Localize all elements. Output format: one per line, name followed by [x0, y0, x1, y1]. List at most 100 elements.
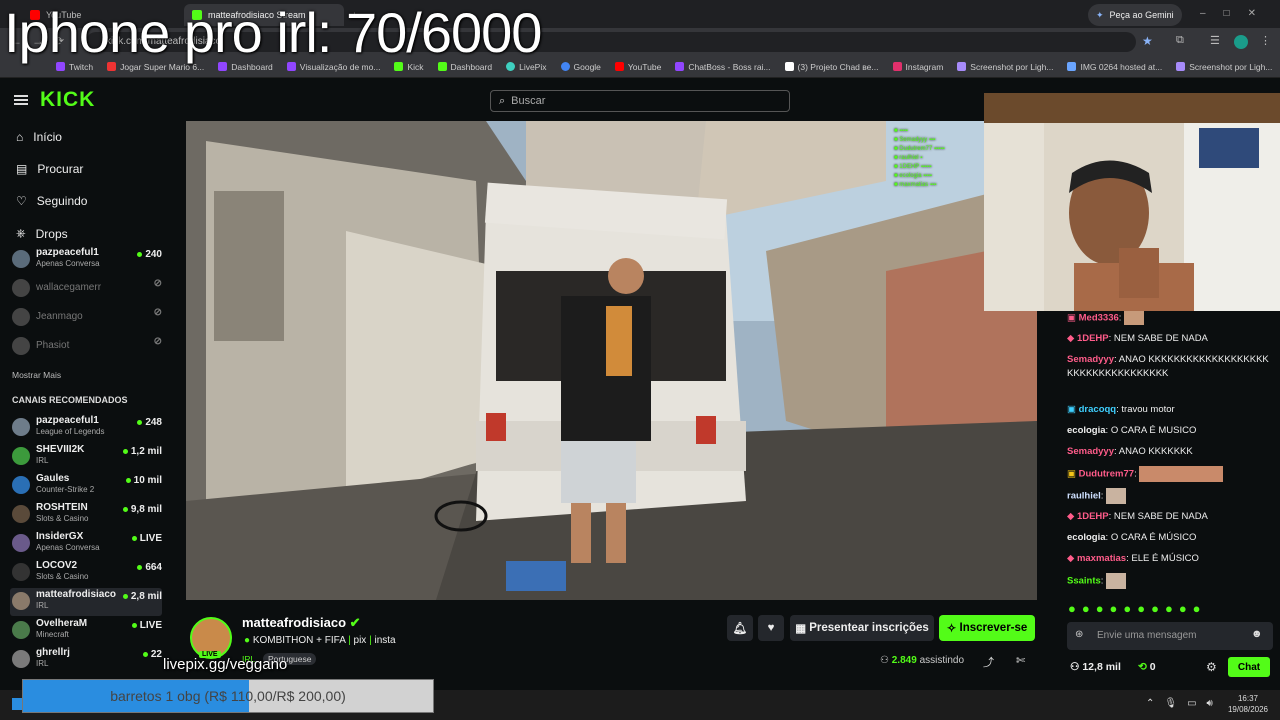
viewer-count: 248 [137, 417, 162, 428]
webcam-overlay [984, 93, 1280, 311]
nav-item-seguindo[interactable]: ♡ Seguindo [16, 194, 87, 208]
offline-icon: ⊘ [153, 336, 162, 347]
subscribe-label: Inscrever-se [959, 622, 1028, 634]
clip-icon[interactable]: ✄ [1016, 654, 1025, 667]
offline-icon: ⊘ [153, 278, 162, 289]
chat-send-button[interactable]: Chat [1228, 657, 1270, 677]
home-icon: ⌂ [16, 130, 24, 144]
video-player[interactable]: ■ ▪▪▪▪ ■ Semadyyy ▪▪▪ ■ Dudutrem77 ▪▪▪▪▪ ■ … [186, 121, 1037, 600]
bookmark-item[interactable]: Screenshot por Ligh... [1176, 62, 1272, 72]
gemini-button[interactable]: ✦ Peça ao Gemini [1088, 4, 1182, 26]
followed-channel[interactable]: Jeanmago ⊘ [10, 304, 162, 332]
chat-username[interactable]: Med3336 [1079, 313, 1119, 324]
points-count[interactable]: ⟲ 0 [1138, 661, 1156, 673]
chat-message: ◆ 1DEHP: NEM SABE DE NADA [1067, 511, 1208, 522]
bookmark-label: Google [573, 61, 601, 72]
instagram-icon [892, 62, 902, 71]
emote-bar[interactable]: ●●●●●●●●●● [1068, 601, 1207, 616]
channel-category: Apenas Conversa [36, 259, 100, 268]
recommended-channel[interactable]: ROSHTEIN Slots & Casino 9,8 mil [10, 501, 162, 529]
avatar [12, 505, 30, 523]
kick-logo[interactable]: KICK [40, 88, 95, 112]
chat-message: Ssaints: [1067, 573, 1272, 589]
link-pix[interactable]: pix [354, 635, 367, 646]
gift-subs-button[interactable]: ▦ Presentear inscrições [790, 615, 934, 641]
stream-title-text: KOMBITHON + FIFA [252, 635, 346, 646]
nav-item-procurar[interactable]: ▤ Procurar [16, 162, 83, 176]
avatar [12, 279, 30, 297]
search-input[interactable]: ⌕ Buscar [490, 90, 790, 112]
followed-channel[interactable]: Phasiot ⊘ [10, 333, 162, 361]
sub-badge-icon: ▣ [1067, 468, 1079, 480]
link-insta[interactable]: insta [374, 635, 395, 646]
bookmark-item[interactable]: ChatBoss - Boss rai... [675, 62, 771, 72]
viewer-count: 240 [137, 249, 162, 260]
nav-item-inicio[interactable]: ⌂ Início [16, 130, 62, 144]
bookmark-item[interactable]: YouTube [614, 62, 661, 72]
follow-heart-button[interactable]: ♥ [758, 615, 784, 641]
viewer-count: 664 [137, 562, 162, 573]
chat-username[interactable]: 1DEHP [1077, 511, 1109, 522]
bookmark-item[interactable]: (3) Projeto Chad ве... [784, 62, 879, 72]
channel-name: Gaules [36, 473, 70, 484]
kebab-menu-icon[interactable]: ⋮ [1260, 34, 1271, 47]
recommended-channel[interactable]: SHEVIII2K IRL 1,2 mil [10, 443, 162, 471]
extensions-icon[interactable]: ⧉ [1176, 34, 1184, 47]
bookmark-item[interactable]: Google [560, 61, 601, 72]
clock-time: 16:37 [1237, 694, 1259, 703]
recommended-channel[interactable]: OvelheraM Minecraft LIVE [10, 617, 162, 645]
clock[interactable]: 16:37 19/08/2026 [1226, 693, 1270, 715]
recommended-channel[interactable]: pazpeaceful1 League of Legends 248 [10, 414, 162, 442]
sub-badge-icon: ▣ [1067, 312, 1079, 324]
recommended-channel-active[interactable]: matteafrodisiaco IRL 2,8 mil [10, 588, 162, 616]
channel-category: League of Legends [36, 427, 105, 436]
show-more-link[interactable]: Mostrar Mais [12, 370, 61, 380]
bookmark-label: Screenshot por Ligh... [970, 61, 1054, 72]
followed-channel[interactable]: pazpeaceful1 Apenas Conversa 240 [10, 246, 162, 274]
gemini-icon: ✦ [1096, 9, 1104, 20]
points-icon: ⟲ [1138, 661, 1150, 673]
system-tray[interactable]: ⌃🎙︎▭🔊︎ [1146, 698, 1223, 709]
chat-input[interactable]: ⊛ Envie uma mensagem ☻ [1067, 622, 1273, 650]
chat-username[interactable]: Semadyyy [1067, 446, 1114, 457]
bookmark-item[interactable]: Instagram [892, 62, 943, 72]
settings-gear-icon[interactable]: ⚙ [1206, 660, 1217, 674]
channel-name: wallacegamerr [36, 282, 102, 293]
avatar [12, 650, 30, 668]
channel-name: OvelheraM [36, 618, 88, 629]
window-controls[interactable]: –□✕ [1200, 8, 1274, 19]
chat-username[interactable]: raulhiel [1067, 491, 1101, 502]
chat-username[interactable]: Dudutrem77 [1079, 469, 1134, 480]
channel-name: ROSHTEIN [36, 502, 88, 513]
channel-category: Minecraft [36, 630, 69, 639]
notification-bell-button[interactable]: 🔔︎ [727, 615, 753, 641]
chat-username[interactable]: dracoqq [1079, 404, 1116, 415]
chat-username[interactable]: ecologia [1067, 532, 1106, 543]
share-icon[interactable]: ⤴ [983, 654, 994, 670]
subscribe-button[interactable]: ✧ Inscrever-se [939, 615, 1035, 641]
menu-list-icon[interactable]: ☰ [1210, 34, 1220, 47]
chat-input-placeholder: Envie uma mensagem [1097, 630, 1197, 641]
recommended-channel[interactable]: InsiderGX Apenas Conversa LIVE [10, 530, 162, 558]
chat-username[interactable]: maxmatias [1077, 553, 1126, 564]
chat-message: ◆ 1DEHP: NEM SABE DE NADA [1067, 333, 1208, 344]
followed-channel[interactable]: wallacegamerr ⊘ [10, 275, 162, 303]
followers-count: ⚇ 12,8 mil [1070, 661, 1121, 673]
chat-username[interactable]: Ssaints [1067, 576, 1101, 587]
star-icon[interactable]: ★ [1142, 34, 1153, 48]
chat-username[interactable]: Semadyyy [1067, 354, 1114, 365]
emoji-icon[interactable]: ☻ [1251, 628, 1263, 640]
avatar [12, 447, 30, 465]
hamburger-menu-icon[interactable] [14, 95, 28, 105]
recommended-channel[interactable]: ghrellrj IRL 22 [10, 646, 162, 674]
offline-icon: ⊘ [153, 307, 162, 318]
recommended-channel[interactable]: Gaules Counter-Strike 2 10 mil [10, 472, 162, 500]
nav-item-drops[interactable]: ⎈ Drops [16, 226, 68, 241]
recommended-channel[interactable]: LOCOV2 Slots & Casino 664 [10, 559, 162, 587]
profile-avatar[interactable] [1234, 35, 1248, 49]
chat-username[interactable]: ecologia [1067, 425, 1106, 436]
streamer-name[interactable]: matteafrodisiaco ✔ [242, 615, 361, 631]
bookmark-item[interactable]: Screenshot por Ligh... [957, 62, 1053, 72]
chat-username[interactable]: 1DEHP [1077, 333, 1109, 344]
bookmark-item[interactable]: IMG 0264 hosted at... [1067, 62, 1162, 72]
